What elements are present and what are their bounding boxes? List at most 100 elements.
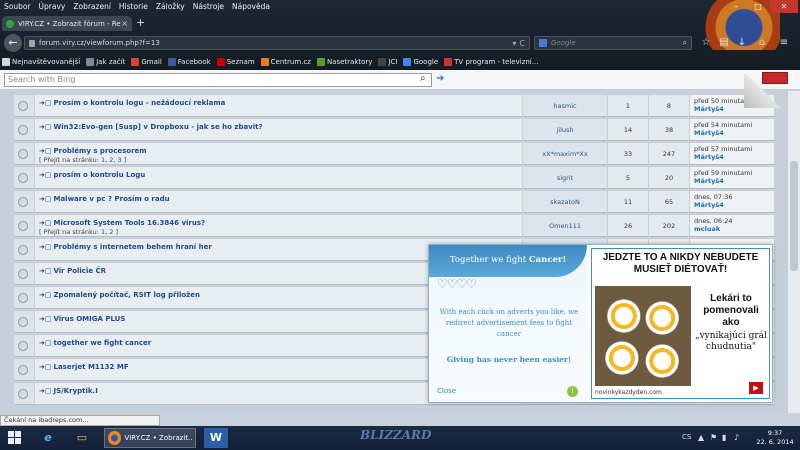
- search-placeholder[interactable]: Google: [551, 39, 683, 47]
- bookmark-item[interactable]: Seznam: [216, 57, 255, 66]
- search-engine-icon[interactable]: [539, 39, 547, 47]
- system-clock[interactable]: 9:37 22. 6. 2014: [754, 429, 796, 447]
- word-icon[interactable]: W: [204, 428, 228, 448]
- home-icon[interactable]: ⌂: [756, 37, 768, 49]
- url-dropdown-icon[interactable]: ▾: [512, 39, 516, 48]
- menu-item-zobrazeni[interactable]: Zobrazení: [69, 0, 115, 13]
- page-jump-links[interactable]: 1, 2, 3: [101, 156, 122, 164]
- windows-start-icon[interactable]: [8, 431, 22, 445]
- new-tab-button[interactable]: +: [136, 17, 145, 29]
- ad-popup[interactable]: Together we fight Cancer! ♡♡♡♡ With each…: [428, 244, 773, 403]
- menu-icon[interactable]: ≡: [778, 37, 790, 49]
- url-text[interactable]: forum.viry.cz/viewforum.php?f=13: [39, 39, 509, 47]
- search-bar[interactable]: Google ⌕: [534, 36, 692, 50]
- back-button[interactable]: ←: [4, 34, 22, 52]
- goto-new-icon[interactable]: ➔▢: [39, 99, 51, 107]
- bookmarks-list-icon[interactable]: ▤: [718, 37, 730, 49]
- menu-item-napoveda[interactable]: Nápověda: [228, 0, 274, 13]
- goto-new-icon[interactable]: ➔▢: [39, 243, 51, 251]
- bing-search-input[interactable]: Search with Bing: [4, 73, 432, 87]
- goto-new-icon[interactable]: ➔▢: [39, 387, 51, 395]
- topic-author[interactable]: sigrit: [523, 167, 607, 189]
- topic-title-link[interactable]: Problémy s internetem behem hraní her: [53, 243, 211, 251]
- menu-item-nastroje[interactable]: Nástroje: [189, 0, 228, 13]
- goto-new-icon[interactable]: ➔▢: [39, 267, 51, 275]
- tab-close-icon[interactable]: ×: [121, 19, 128, 28]
- topic-title-link[interactable]: JS/Kryptik.I: [53, 387, 97, 395]
- search-go-icon[interactable]: ⌕: [683, 38, 687, 48]
- last-post-user[interactable]: Mártyš4: [694, 177, 770, 185]
- topic-title-link[interactable]: Microsoft System Tools 16.3846 virus?: [53, 219, 205, 227]
- topic-title-link[interactable]: prosím o kontrolu Logu: [53, 171, 145, 179]
- topic-author[interactable]: skazatoN: [523, 191, 607, 213]
- goto-new-icon[interactable]: ➔▢: [39, 339, 51, 347]
- ad-info-icon[interactable]: i: [567, 386, 578, 397]
- topic-author[interactable]: xX*maxim*Xx: [523, 143, 607, 165]
- topic-author[interactable]: Omen111: [523, 215, 607, 237]
- topic-author[interactable]: hasmic: [523, 95, 607, 117]
- scrollbar-thumb[interactable]: [790, 161, 798, 271]
- menu-item-historie[interactable]: Historie: [115, 0, 152, 13]
- tab-viry-forum[interactable]: VIRY.CZ • Zobrazit fórum - Řeš... ×: [2, 16, 132, 31]
- vertical-scrollbar[interactable]: [787, 91, 800, 413]
- goto-new-icon[interactable]: ➔▢: [39, 195, 51, 203]
- action-center-icon[interactable]: ⚑: [710, 433, 717, 442]
- site-identity-icon[interactable]: [29, 39, 35, 47]
- network-icon[interactable]: ▮: [722, 433, 726, 442]
- last-post-user[interactable]: mcluak: [694, 225, 770, 233]
- volume-icon[interactable]: ♪: [734, 433, 739, 442]
- bookmark-item[interactable]: Google: [403, 57, 438, 66]
- url-bar[interactable]: forum.viry.cz/viewforum.php?f=13 ▾ C: [24, 36, 530, 50]
- downloads-icon[interactable]: ↓: [736, 37, 748, 49]
- bookmark-item[interactable]: Jak začít: [86, 57, 125, 66]
- window-close-button[interactable]: ✕: [770, 0, 798, 13]
- goto-new-icon[interactable]: ➔▢: [39, 147, 51, 155]
- page-curl-ad[interactable]: [744, 74, 784, 108]
- topic-title-link[interactable]: Problémy s procesorem: [53, 147, 146, 155]
- page-jump-links[interactable]: 1, 2: [101, 228, 113, 236]
- last-post-user[interactable]: Mártyš4: [694, 153, 770, 161]
- goto-new-icon[interactable]: ➔▢: [39, 123, 51, 131]
- menu-item-upravy[interactable]: Úpravy: [35, 0, 70, 13]
- menu-item-zalozky[interactable]: Záložky: [152, 0, 189, 13]
- window-minimize-button[interactable]: –: [726, 0, 746, 13]
- file-explorer-icon[interactable]: ▭: [70, 428, 94, 448]
- bookmark-star-icon[interactable]: ☆: [700, 37, 712, 49]
- internet-explorer-icon[interactable]: e: [36, 428, 60, 448]
- goto-new-icon[interactable]: ➔▢: [39, 291, 51, 299]
- reload-icon[interactable]: C: [519, 39, 525, 48]
- goto-new-icon[interactable]: ➔▢: [39, 219, 51, 227]
- last-post-user[interactable]: Mártyš4: [694, 201, 770, 209]
- goto-new-icon[interactable]: ➔▢: [39, 171, 51, 179]
- last-post-user[interactable]: Mártyš4: [694, 129, 770, 137]
- topic-title-link[interactable]: Malware v pc ? Prosím o radu: [53, 195, 169, 203]
- topic-title-link[interactable]: Vir Policie ČR: [53, 267, 106, 275]
- menu-item-soubor[interactable]: Soubor: [0, 0, 35, 13]
- taskbar-firefox-button[interactable]: VIRY.CZ • Zobrazit...: [104, 428, 196, 448]
- bookmark-item[interactable]: Nasetraktory: [316, 57, 372, 66]
- tray-expand-icon[interactable]: ▲: [698, 433, 704, 442]
- goto-new-icon[interactable]: ➔▢: [39, 315, 51, 323]
- ad-close-link[interactable]: Close: [437, 387, 456, 395]
- topic-title-link[interactable]: Laserjet M1132 MF: [53, 363, 128, 371]
- ad-banner[interactable]: JEDZTE TO A NIKDY NEBUDETE MUSIEŤ DIÉTOV…: [591, 248, 770, 399]
- goto-new-icon[interactable]: ➔▢: [39, 363, 51, 371]
- topic-title-link[interactable]: Win32:Evo-gen [Susp] v Dropboxu - jak se…: [53, 123, 262, 131]
- bookmark-item[interactable]: Centrum.cz: [260, 57, 311, 66]
- bing-search-icon[interactable]: ⌕: [420, 73, 430, 85]
- topic-title-link[interactable]: Zpomalený počítač, RSIT log přiložen: [53, 291, 200, 299]
- bookmark-item[interactable]: JCI: [378, 57, 397, 66]
- window-maximize-button[interactable]: □: [748, 0, 768, 13]
- ad-eggs-image[interactable]: [595, 286, 691, 386]
- topic-title-link[interactable]: Prosím o kontrolu logu - nežádoucí rekla…: [53, 99, 225, 107]
- bing-go-icon[interactable]: ➔: [436, 73, 444, 84]
- language-indicator[interactable]: CS: [682, 433, 691, 441]
- ad-play-icon[interactable]: ▶: [749, 382, 763, 394]
- bookmark-item[interactable]: Nejnavštěvovanější: [2, 57, 80, 66]
- topic-title-link[interactable]: Virus OMIGA PLUS: [53, 315, 125, 323]
- topic-author[interactable]: jilush: [523, 119, 607, 141]
- bookmark-item[interactable]: Facebook: [167, 57, 211, 66]
- topic-title-link[interactable]: together we fight cancer: [53, 339, 151, 347]
- bookmark-item[interactable]: Gmail: [131, 57, 162, 66]
- bookmark-item[interactable]: TV program - televizní...: [444, 57, 538, 66]
